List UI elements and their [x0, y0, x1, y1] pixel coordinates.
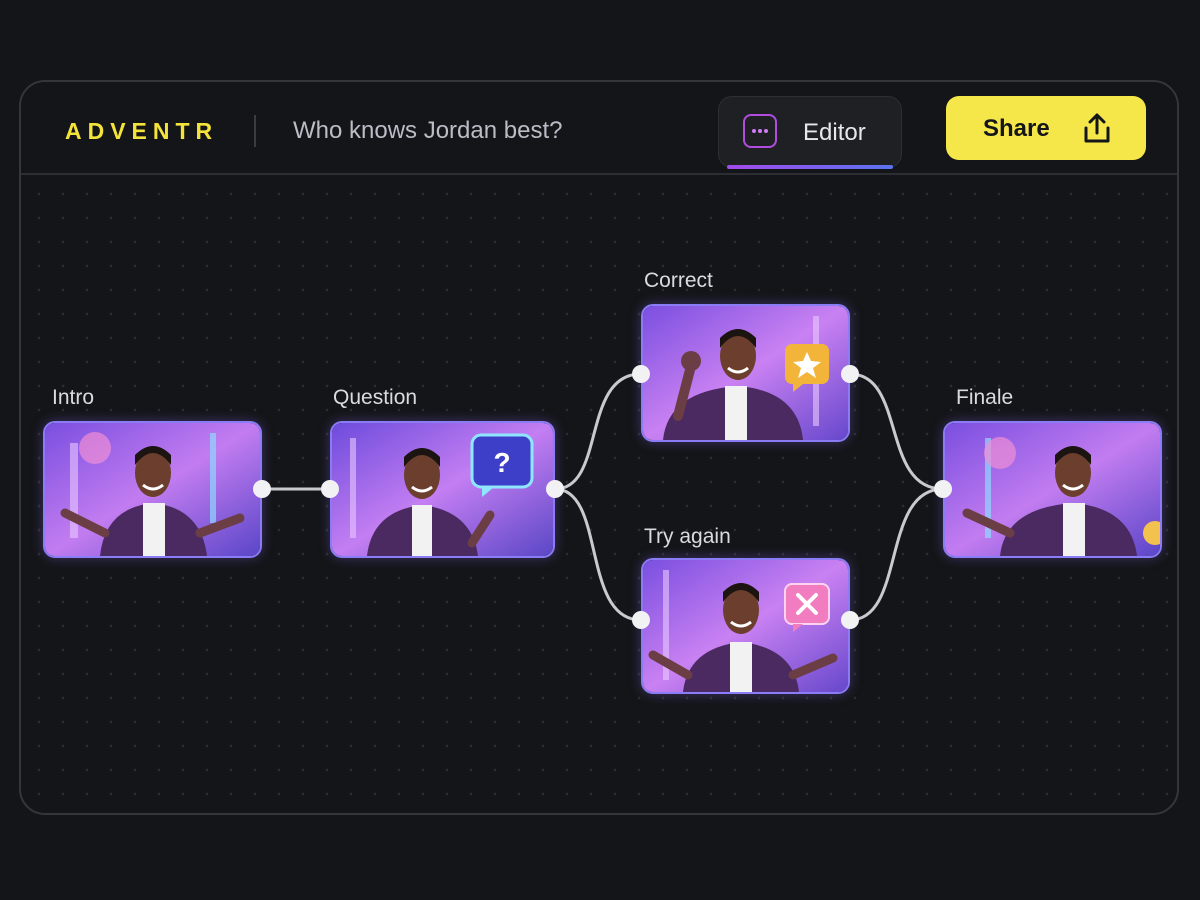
node-thumbnail-correct[interactable]	[641, 304, 850, 442]
editor-window: ADVENTR Who knows Jordan best? Editor Sh…	[19, 80, 1179, 815]
x-badge-icon	[784, 583, 830, 632]
node-thumbnail-finale[interactable]	[943, 421, 1162, 558]
input-port-try-again[interactable]	[632, 611, 650, 629]
host-shrug-thumbnail	[643, 560, 848, 692]
host-finale-thumbnail	[945, 423, 1160, 556]
host-question-thumbnail: ?	[332, 423, 553, 556]
node-label-question: Question	[333, 386, 418, 409]
input-port-question[interactable]	[321, 480, 339, 498]
output-port-try-again[interactable]	[841, 611, 859, 629]
node-label-try-again: Try again	[644, 525, 731, 548]
output-port-question[interactable]	[546, 480, 564, 498]
connection-correct-finale	[849, 372, 944, 491]
question-bubble-icon: ?	[470, 433, 534, 497]
connection-question-tryagain	[554, 487, 642, 622]
node-thumbnail-intro[interactable]	[43, 421, 262, 558]
input-port-correct[interactable]	[632, 365, 650, 383]
node-thumbnail-question[interactable]: ?	[330, 421, 555, 558]
output-port-correct[interactable]	[841, 365, 859, 383]
node-thumbnail-try-again[interactable]	[641, 558, 850, 694]
node-label-intro: Intro	[52, 386, 95, 409]
svg-text:?: ?	[493, 447, 510, 478]
connection-question-correct	[554, 372, 642, 491]
output-port-intro[interactable]	[253, 480, 271, 498]
node-label-correct: Correct	[644, 269, 713, 292]
input-port-finale[interactable]	[934, 480, 952, 498]
host-celebrate-thumbnail	[643, 306, 848, 440]
host-welcome-thumbnail	[45, 423, 260, 556]
node-label-finale: Finale	[956, 386, 1014, 409]
connection-tryagain-finale	[849, 487, 944, 622]
